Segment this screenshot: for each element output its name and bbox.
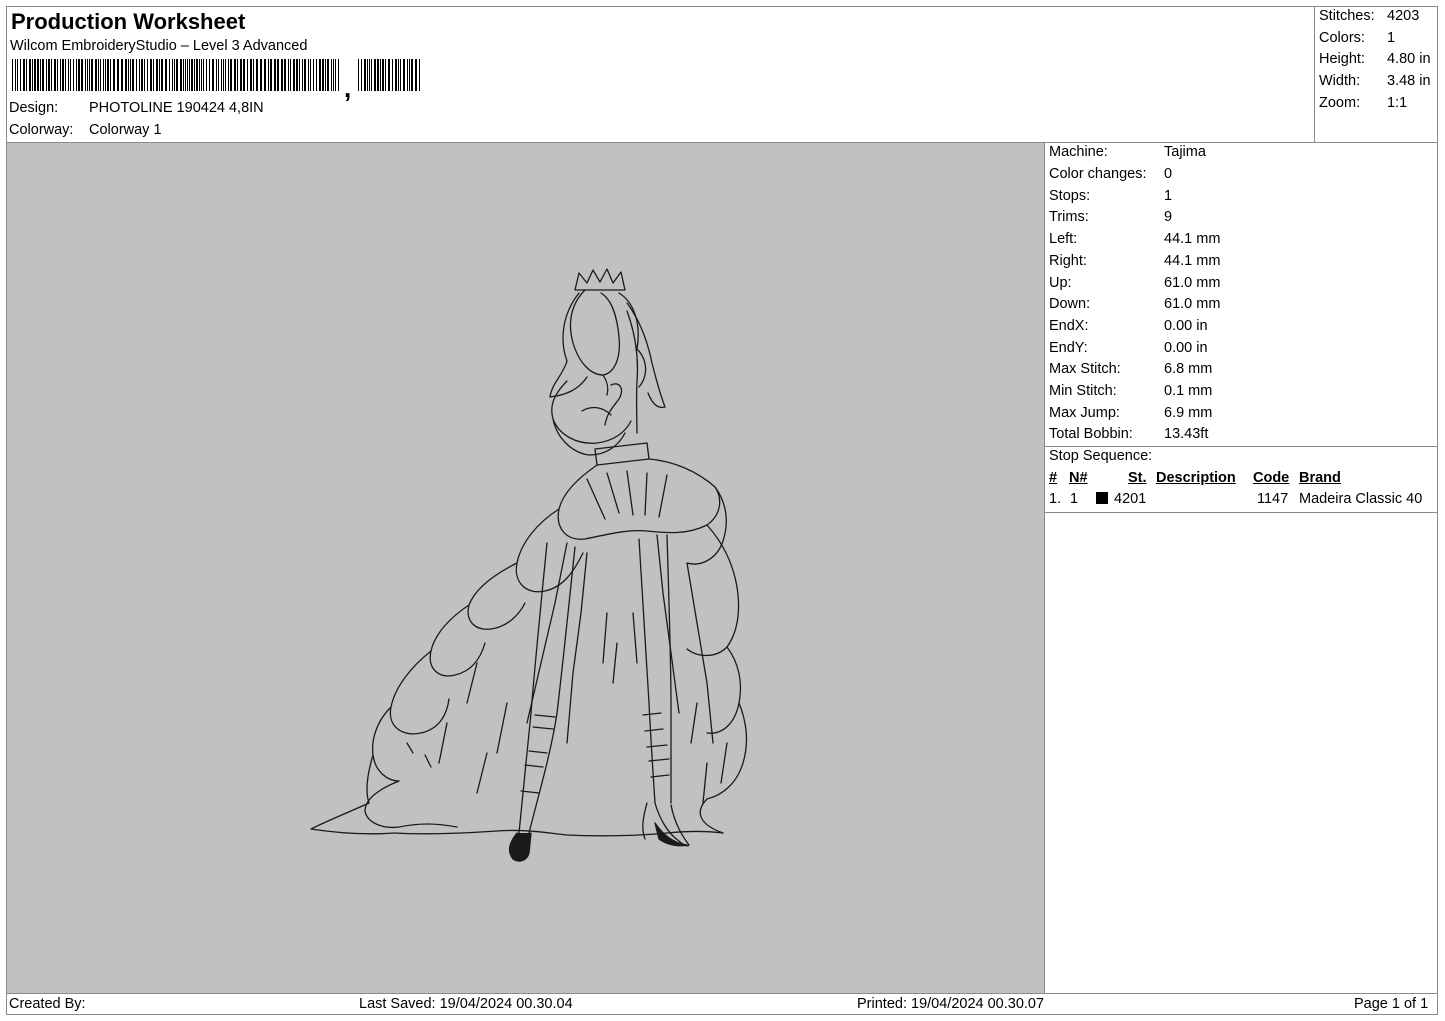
info-color-changes: Color changes: 0: [1049, 166, 1172, 182]
stat-height: Height: 4.80 in: [1319, 51, 1437, 67]
col-header-brand: Brand: [1299, 470, 1341, 486]
info-label: Max Jump:: [1049, 405, 1120, 421]
info-right: Right: 44.1 mm: [1049, 253, 1220, 269]
stat-value: 4203: [1387, 8, 1420, 24]
created-by: Created By:: [9, 996, 86, 1012]
embroidery-design-figure: [310, 268, 748, 862]
info-label: Max Stitch:: [1049, 361, 1121, 377]
col-header-stitches: St.: [1128, 470, 1147, 486]
info-label: Stops:: [1049, 188, 1091, 204]
info-value: 13.43ft: [1164, 426, 1209, 442]
col-header-needle: N#: [1069, 470, 1088, 486]
design-preview-canvas[interactable]: [7, 143, 1045, 993]
stat-colors: Colors: 1: [1319, 30, 1437, 46]
info-value: 0.1 mm: [1164, 383, 1213, 399]
info-label: Trims:: [1049, 209, 1089, 225]
colorway-label: Colorway:: [9, 122, 74, 138]
info-label: EndY:: [1049, 340, 1088, 356]
info-label: Up:: [1049, 275, 1072, 291]
col-header-description: Description: [1156, 470, 1236, 486]
stat-stitches: Stitches: 4203: [1319, 8, 1437, 24]
info-value: 1: [1164, 188, 1173, 204]
stat-value: 1: [1387, 30, 1396, 46]
svg-text:,: ,: [344, 73, 351, 101]
printed-date: Printed: 19/04/2024 00.30.07: [857, 996, 1045, 1012]
stat-label: Stitches:: [1319, 8, 1375, 24]
info-stops: Stops: 1: [1049, 188, 1172, 204]
colorway-value: Colorway 1: [89, 122, 162, 138]
info-label: Min Stitch:: [1049, 383, 1117, 399]
info-label: Total Bobbin:: [1049, 426, 1133, 442]
info-max-stitch: Max Stitch: 6.8 mm: [1049, 361, 1212, 377]
stop-row-code: 1147: [1257, 491, 1289, 507]
info-value: 9: [1164, 209, 1173, 225]
info-value: 0.00 in: [1164, 318, 1208, 334]
stop-row-brand: Madeira Classic 40: [1299, 491, 1423, 507]
stat-value: 1:1: [1387, 95, 1408, 111]
page-number: Page 1 of 1: [1354, 996, 1429, 1012]
info-label: EndX:: [1049, 318, 1089, 334]
info-value: 61.0 mm: [1164, 296, 1221, 312]
stop-row-num: 1.: [1049, 491, 1062, 507]
worksheet-header: Production Worksheet Wilcom EmbroiderySt…: [6, 6, 1315, 143]
design-value: PHOTOLINE 190424 4,8IN: [89, 100, 264, 116]
divider: [1045, 512, 1438, 513]
info-trims: Trims: 9: [1049, 209, 1172, 225]
machine-info-panel: Machine: Tajima Color changes: 0 Stops: 1 T…: [1045, 143, 1438, 993]
design-row: Design: PHOTOLINE 190424 4,8IN: [9, 100, 264, 116]
stop-row-needle: 1: [1070, 491, 1079, 507]
worksheet-footer: Created By: Last Saved: 19/04/2024 00.30…: [6, 993, 1438, 1015]
stop-sequence-title: Stop Sequence:: [1049, 448, 1153, 464]
info-value: 0: [1164, 166, 1173, 182]
design-stats: Stitches: 4203 Colors: 1 Height: 4.80 in Wi…: [1315, 6, 1438, 143]
design-label: Design:: [9, 100, 59, 116]
col-header-code: Code: [1253, 470, 1290, 486]
info-machine: Machine: Tajima: [1049, 144, 1206, 160]
info-value: 44.1 mm: [1164, 253, 1221, 269]
info-value: Tajima: [1164, 144, 1206, 160]
last-saved: Last Saved: 19/04/2024 00.30.04: [359, 996, 573, 1012]
stat-value: 4.80 in: [1387, 51, 1431, 67]
info-value: 44.1 mm: [1164, 231, 1221, 247]
stat-label: Colors:: [1319, 30, 1365, 46]
info-value: 6.9 mm: [1164, 405, 1213, 421]
stat-label: Zoom:: [1319, 95, 1361, 111]
info-label: Left:: [1049, 231, 1078, 247]
info-endx: EndX: 0.00 in: [1049, 318, 1208, 334]
stat-label: Width:: [1319, 73, 1361, 89]
col-header-num: #: [1049, 470, 1058, 486]
stat-width: Width: 3.48 in: [1319, 73, 1437, 89]
info-max-jump: Max Jump: 6.9 mm: [1049, 405, 1212, 421]
info-label: Color changes:: [1049, 166, 1147, 182]
info-left: Left: 44.1 mm: [1049, 231, 1220, 247]
info-up: Up: 61.0 mm: [1049, 275, 1220, 291]
info-label: Down:: [1049, 296, 1091, 312]
info-label: Right:: [1049, 253, 1087, 269]
thread-color-swatch: [1096, 492, 1108, 504]
stop-row-stitches: 4201: [1114, 491, 1147, 507]
colorway-row: Colorway: Colorway 1: [9, 122, 162, 138]
info-down: Down: 61.0 mm: [1049, 296, 1220, 312]
stat-value: 3.48 in: [1387, 73, 1431, 89]
stat-zoom: Zoom: 1:1: [1319, 95, 1437, 111]
stat-label: Height:: [1319, 51, 1365, 67]
info-value: 6.8 mm: [1164, 361, 1213, 377]
software-name: Wilcom EmbroideryStudio – Level 3 Advanc…: [10, 38, 308, 54]
barcode: ,: [12, 59, 420, 101]
info-total-bobbin: Total Bobbin: 13.43ft: [1049, 426, 1208, 442]
info-label: Machine:: [1049, 144, 1108, 160]
divider: [1045, 446, 1438, 447]
info-min-stitch: Min Stitch: 0.1 mm: [1049, 383, 1212, 399]
worksheet-title: Production Worksheet: [11, 9, 246, 34]
info-endy: EndY: 0.00 in: [1049, 340, 1208, 356]
info-value: 0.00 in: [1164, 340, 1208, 356]
info-value: 61.0 mm: [1164, 275, 1221, 291]
